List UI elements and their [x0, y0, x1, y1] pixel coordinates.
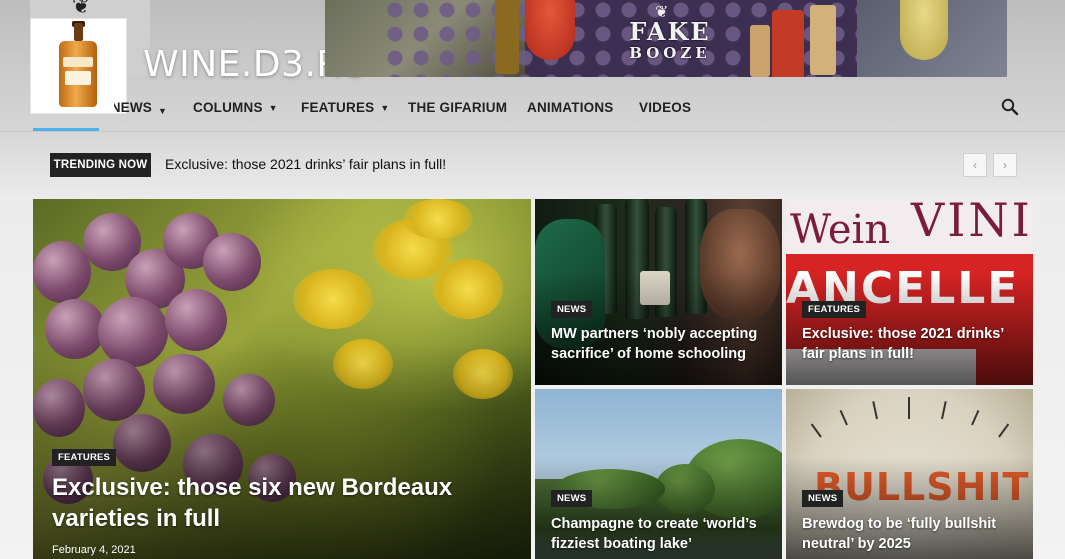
article-tile[interactable]: BULLSHIT NEWS Brewdog to be ‘fully bulls…: [786, 389, 1033, 559]
banner-ad[interactable]: ❦ FAKE BOOZE: [325, 0, 1007, 77]
category-badge[interactable]: NEWS: [551, 490, 593, 507]
main-nav: NEWS ▼ COLUMNS ▼ FEATURES ▼ THE GIFARIUM AN…: [0, 88, 1065, 130]
nav-item-news[interactable]: NEWS ▼: [114, 100, 167, 118]
article-tile[interactable]: NEWS Champagne to create ‘world’s fizzie…: [535, 389, 782, 559]
nav-item-label: ANIMATIONS: [527, 100, 614, 115]
category-badge[interactable]: FEATURES: [802, 301, 867, 318]
article-tile[interactable]: Wein VINI ANCELLE FEATURES Exclusive: th…: [786, 199, 1033, 385]
chevron-down-icon: ▼: [268, 103, 278, 113]
article-title[interactable]: Champagne to create ‘world’s fizziest bo…: [551, 514, 771, 554]
banner-brand-line1: FAKE: [629, 17, 711, 46]
banner-brand: FAKE BOOZE: [615, 17, 725, 63]
nav-item-label: NEWS: [114, 100, 152, 115]
eagle-icon: ❦: [72, 0, 91, 19]
article-title[interactable]: Exclusive: those 2021 drinks’ fair plans…: [802, 324, 1022, 364]
chevron-down-icon: ▼: [158, 106, 168, 116]
article-title[interactable]: MW partners ‘nobly accepting sacrifice’ …: [551, 324, 771, 364]
nav-item-animations[interactable]: ANIMATIONS: [527, 100, 614, 115]
chevron-right-icon: ›: [1003, 158, 1007, 172]
article-date: February 4, 2021: [52, 544, 136, 556]
featured-tile-large[interactable]: FEATURES Exclusive: those six new Bordea…: [33, 199, 531, 559]
category-badge[interactable]: FEATURES: [52, 449, 117, 466]
trending-next-button[interactable]: ›: [993, 153, 1017, 177]
article-title[interactable]: Brewdog to be ‘fully bullshit neutral’ b…: [802, 514, 1022, 554]
nav-item-features[interactable]: FEATURES ▼: [301, 100, 389, 115]
search-icon[interactable]: [1001, 98, 1019, 116]
nav-item-the-gifarium[interactable]: THE GIFARIUM: [408, 100, 507, 115]
chevron-down-icon: ▼: [380, 103, 390, 113]
trending-prev-button[interactable]: ‹: [963, 153, 987, 177]
nav-item-label: THE GIFARIUM: [408, 100, 508, 115]
category-badge[interactable]: NEWS: [551, 301, 593, 318]
nav-item-videos[interactable]: VIDEOS: [639, 100, 691, 115]
page: ❦ WINE.D3.RU ❦ FAKE BOOZE NEWS ▼ COLUMNS ▼…: [0, 0, 1065, 559]
article-tile[interactable]: NEWS MW partners ‘nobly accepting sacrif…: [535, 199, 782, 385]
trending-label: TRENDING NOW: [50, 153, 151, 177]
article-title[interactable]: Exclusive: those six new Bordeaux variet…: [52, 472, 492, 534]
banner-brand-line2: BOOZE: [629, 44, 711, 62]
nav-item-label: COLUMNS: [193, 100, 263, 115]
category-badge[interactable]: NEWS: [802, 490, 844, 507]
nav-item-label: VIDEOS: [639, 100, 692, 115]
nav-item-label: FEATURES: [301, 100, 375, 115]
trending-headline[interactable]: Exclusive: those 2021 drinks’ fair plans…: [165, 156, 446, 172]
nav-divider: [0, 131, 1065, 132]
chevron-left-icon: ‹: [973, 158, 977, 172]
nav-item-columns[interactable]: COLUMNS ▼: [193, 100, 278, 115]
